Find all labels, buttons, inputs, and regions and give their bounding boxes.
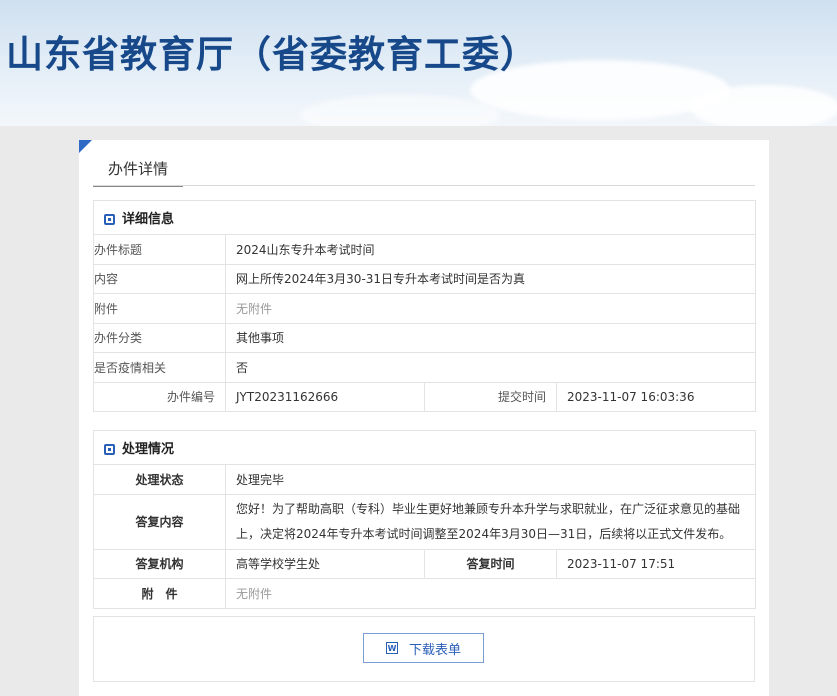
cloud-decoration — [300, 95, 500, 126]
list-icon — [104, 214, 115, 225]
handling-section-header: 处理情况 — [92, 430, 757, 465]
table-row: 办件标题 2024山东专升本考试时间 — [93, 234, 757, 265]
row-label: 附件 — [93, 293, 226, 324]
list-icon — [104, 444, 115, 455]
status-value: 处理完毕 — [224, 464, 757, 495]
row-value: 网上所传2024年3月30-31日专升本考试时间是否为真 — [224, 263, 757, 294]
status-label: 处理状态 — [93, 464, 226, 495]
download-area: W 下载表单 — [93, 616, 755, 682]
row-label: 是否疫情相关 — [93, 352, 226, 383]
table-row: 处理状态 处理完毕 — [93, 464, 757, 495]
table-row: 答复机构 高等学校学生处 答复时间 2023-11-07 17:51 — [93, 548, 757, 579]
row-label: 办件分类 — [93, 322, 226, 353]
case-no-label: 办件编号 — [93, 381, 226, 412]
row-value: 其他事项 — [224, 322, 757, 353]
table-row: 内容 网上所传2024年3月30-31日专升本考试时间是否为真 — [93, 263, 757, 294]
row-value: 2024山东专升本考试时间 — [224, 234, 757, 265]
reply-content: 您好！为了帮助高职（专科）毕业生更好地兼顾专升本升学与求职就业，在广泛征求意见的… — [224, 493, 757, 550]
details-table: 详细信息 办件标题 2024山东专升本考试时间 内容 网上所传2024年3月30… — [92, 200, 757, 412]
reply-time-value: 2023-11-07 17:51 — [555, 548, 757, 579]
submit-time-value: 2023-11-07 16:03:36 — [555, 381, 757, 412]
row-value: 否 — [224, 352, 757, 383]
org-value: 高等学校学生处 — [225, 548, 425, 579]
case-no-value: JYT20231162666 — [225, 381, 425, 412]
download-form-button[interactable]: W 下载表单 — [363, 633, 484, 663]
handling-table: 处理情况 处理状态 处理完毕 答复内容 您好！为了帮助高职（专科）毕业生更好地兼… — [92, 430, 757, 609]
table-row: 办件分类 其他事项 — [93, 322, 757, 353]
submit-time-label: 提交时间 — [424, 381, 557, 412]
reply-label: 答复内容 — [93, 493, 226, 550]
download-label: 下载表单 — [408, 642, 461, 658]
corner-marker — [79, 140, 92, 153]
reply-time-label: 答复时间 — [424, 548, 557, 579]
tab-underline — [93, 185, 755, 186]
table-row: 附件 无附件 — [93, 293, 757, 324]
table-row: 答复内容 您好！为了帮助高职（专科）毕业生更好地兼顾专升本升学与求职就业，在广泛… — [93, 493, 757, 550]
attachment-label: 附 件 — [93, 578, 226, 609]
tab-detail[interactable]: 办件详情 — [93, 157, 183, 187]
details-section-title: 详细信息 — [122, 212, 175, 227]
tab-label: 办件详情 — [107, 160, 168, 178]
handling-section-title: 处理情况 — [122, 442, 175, 457]
word-icon: W — [385, 642, 398, 654]
row-value: 无附件 — [224, 293, 757, 324]
details-section-header: 详细信息 — [92, 200, 757, 235]
row-label: 办件标题 — [93, 234, 226, 265]
table-row: 附 件 无附件 — [93, 578, 757, 609]
attachment-value: 无附件 — [224, 578, 757, 609]
table-row: 是否疫情相关 否 — [93, 352, 757, 383]
site-title: 山东省教育厅（省委教育工委） — [6, 33, 538, 76]
table-row: 办件编号 JYT20231162666 提交时间 2023-11-07 16:0… — [93, 381, 757, 412]
site-banner: 山东省教育厅（省委教育工委） — [0, 0, 837, 126]
cloud-decoration — [690, 85, 837, 126]
detail-card: 办件详情 详细信息 办件标题 2024山东专升本考试时间 内容 网上所传2024… — [79, 140, 769, 696]
row-label: 内容 — [93, 263, 226, 294]
org-label: 答复机构 — [93, 548, 226, 579]
